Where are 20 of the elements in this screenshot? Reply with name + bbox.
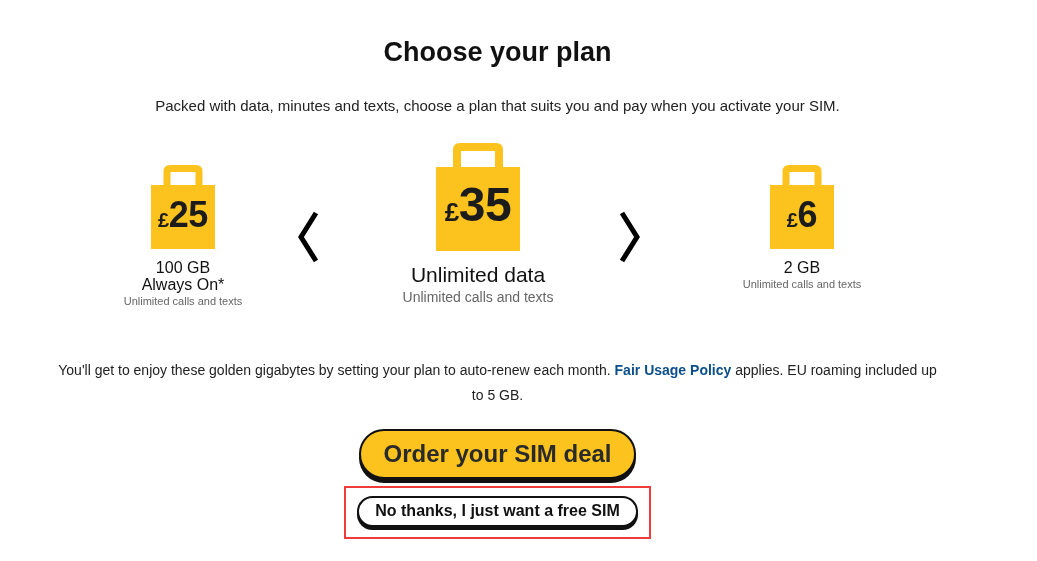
shopping-bag-icon <box>151 165 215 249</box>
shopping-bag-icon <box>436 143 520 251</box>
shopping-bag-icon <box>770 165 834 249</box>
plan-extras-text: Unlimited calls and texts <box>742 277 862 292</box>
price-label: £25 <box>157 197 209 235</box>
chevron-left-icon[interactable] <box>296 211 320 263</box>
chevron-right-icon[interactable] <box>618 211 642 263</box>
plan-extras-text: Unlimited calls and texts <box>402 288 554 307</box>
page-title: Choose your plan <box>383 36 612 69</box>
plan-extras-text: Unlimited calls and texts <box>123 294 243 309</box>
plan-data-text: 100 GB <box>154 259 212 276</box>
price-label: £35 <box>443 181 513 232</box>
usage-note: You'll get to enjoy these golden gigabytes by setting your plan to auto-renew each month. Fair Usage Policy applies. EU roaming included up to 5 GB. <box>57 360 938 405</box>
page-subtitle: Packed with data, minutes and texts, choose a plan that suits you and pay when you activate your SIM. <box>155 95 840 116</box>
fair-usage-link[interactable]: Fair Usage Policy <box>614 361 732 378</box>
free-sim-button[interactable]: No thanks, I just want a free SIM <box>357 495 638 527</box>
plan-data-text: Always On* <box>141 276 225 293</box>
plan-data-text: 2 GB <box>783 259 821 276</box>
price-label: £6 <box>785 197 819 235</box>
plan-data-text: Unlimited data <box>410 263 546 287</box>
